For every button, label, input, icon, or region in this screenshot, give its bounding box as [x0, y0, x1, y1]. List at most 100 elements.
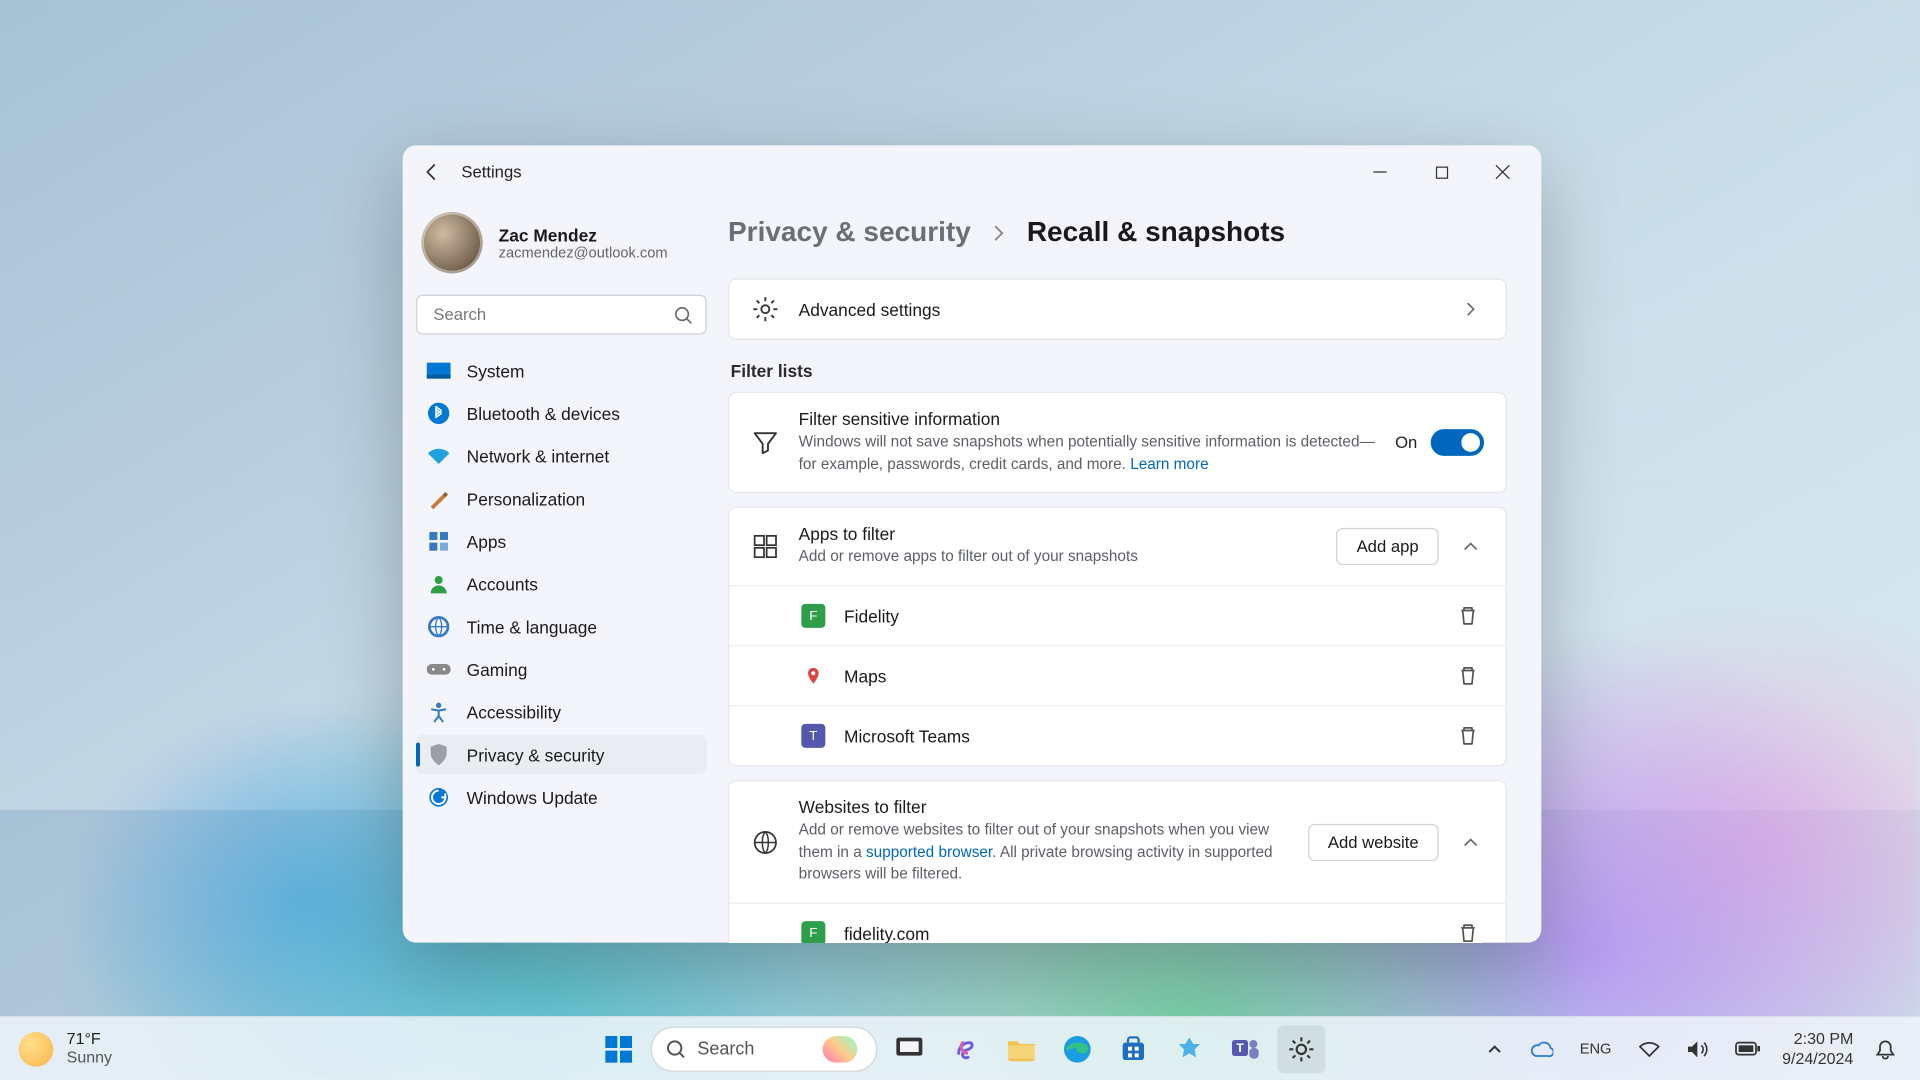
tray-overflow-button[interactable] — [1481, 1035, 1508, 1062]
back-button[interactable] — [411, 151, 454, 194]
sidebar-item-label: Accessibility — [467, 702, 561, 722]
chevron-up-icon[interactable] — [1457, 829, 1484, 856]
advanced-settings-row[interactable]: Advanced settings — [728, 279, 1507, 340]
bluetooth-icon — [427, 401, 451, 425]
explorer-button[interactable] — [997, 1025, 1045, 1073]
row-title: Apps to filter — [799, 524, 1318, 544]
globe-icon — [751, 829, 780, 856]
maximize-button[interactable] — [1411, 151, 1472, 194]
sidebar-item-accounts[interactable]: Accounts — [416, 564, 707, 604]
learn-more-link[interactable]: Learn more — [1130, 457, 1208, 473]
shield-icon — [427, 743, 451, 767]
site-name: fidelity.com — [844, 923, 1433, 942]
notifications-tray-icon[interactable] — [1869, 1033, 1901, 1065]
edge-button[interactable] — [1053, 1025, 1101, 1073]
row-subtitle: Windows will not save snapshots when pot… — [799, 432, 1377, 476]
wifi-tray-icon[interactable] — [1633, 1035, 1665, 1062]
sidebar-item-label: Gaming — [467, 659, 528, 679]
taskbar-center: Search T — [595, 1025, 1326, 1073]
taskbar-weather[interactable]: 71°F Sunny — [0, 1031, 112, 1066]
chevron-right-icon — [989, 224, 1008, 243]
sidebar-item-bluetooth[interactable]: Bluetooth & devices — [416, 393, 707, 433]
taskbar: 71°F Sunny Search T ENG 2:30 PM 9/24/202… — [0, 1016, 1920, 1080]
sidebar-item-gaming[interactable]: Gaming — [416, 649, 707, 689]
apps-icon — [427, 529, 451, 553]
sidebar-item-apps[interactable]: Apps — [416, 521, 707, 561]
volume-tray-icon[interactable] — [1681, 1034, 1713, 1063]
teams-button[interactable]: T — [1221, 1025, 1269, 1073]
search-icon — [665, 1038, 686, 1059]
profile-block[interactable]: Zac Mendez zacmendez@outlook.com — [416, 204, 707, 292]
close-button[interactable] — [1472, 151, 1533, 194]
accessibility-icon — [427, 700, 451, 724]
sidebar-item-network[interactable]: Network & internet — [416, 436, 707, 476]
taskbar-search-placeholder: Search — [697, 1039, 812, 1059]
sidebar-item-privacy-security[interactable]: Privacy & security — [416, 735, 707, 775]
clock-date: 9/24/2024 — [1782, 1049, 1853, 1068]
app-icon-fidelity: F — [801, 604, 825, 628]
battery-tray-icon[interactable] — [1729, 1036, 1766, 1061]
add-app-button[interactable]: Add app — [1337, 528, 1439, 565]
sidebar-item-personalization[interactable]: Personalization — [416, 479, 707, 519]
supported-browser-link[interactable]: supported browser — [866, 845, 992, 861]
svg-text:T: T — [1236, 1040, 1244, 1054]
delete-button[interactable] — [1452, 600, 1484, 632]
clock-time: 2:30 PM — [1782, 1029, 1853, 1048]
pinned-app-button[interactable] — [1165, 1025, 1213, 1073]
task-view-button[interactable] — [885, 1025, 933, 1073]
settings-window: Settings Zac Mendez zacmendez@outlook.co… — [403, 145, 1542, 942]
sidebar-item-accessibility[interactable]: Accessibility — [416, 692, 707, 732]
onedrive-tray-icon[interactable] — [1524, 1035, 1559, 1062]
chevron-up-icon[interactable] — [1457, 534, 1484, 561]
sidebar-item-label: Time & language — [467, 617, 597, 637]
add-website-button[interactable]: Add website — [1308, 823, 1439, 860]
profile-name: Zac Mendez — [499, 225, 668, 245]
breadcrumb: Privacy & security Recall & snapshots — [728, 217, 1507, 249]
profile-email: zacmendez@outlook.com — [499, 245, 668, 261]
row-title: Advanced settings — [799, 299, 1439, 319]
search-input[interactable] — [416, 295, 707, 335]
settings-taskbar-button[interactable] — [1277, 1025, 1325, 1073]
gaming-icon — [427, 657, 451, 681]
section-header: Filter lists — [731, 361, 1507, 381]
sidebar-item-label: Apps — [467, 531, 507, 551]
list-item: F fidelity.com — [729, 903, 1505, 943]
sidebar-item-windows-update[interactable]: Windows Update — [416, 777, 707, 817]
search-highlight-icon — [823, 1035, 858, 1062]
weather-icon — [19, 1031, 54, 1066]
start-button[interactable] — [595, 1025, 643, 1073]
copilot-button[interactable] — [941, 1025, 989, 1073]
filter-sensitive-card: Filter sensitive information Windows wil… — [728, 392, 1507, 494]
taskbar-clock[interactable]: 2:30 PM 9/24/2024 — [1782, 1029, 1853, 1067]
store-button[interactable] — [1109, 1025, 1157, 1073]
list-item: F Fidelity — [729, 585, 1505, 645]
app-icon-teams: T — [801, 724, 825, 748]
windows-update-icon — [427, 785, 451, 809]
sidebar-item-label: Network & internet — [467, 446, 610, 466]
filter-sensitive-toggle[interactable] — [1431, 430, 1484, 457]
arrow-left-icon — [423, 163, 442, 182]
window-title: Settings — [461, 163, 521, 182]
row-subtitle: Add or remove apps to filter out of your… — [799, 547, 1318, 569]
chevron-right-icon — [1457, 296, 1484, 323]
delete-button[interactable] — [1452, 720, 1484, 752]
list-item: Maps — [729, 645, 1505, 705]
taskbar-search[interactable]: Search — [651, 1026, 878, 1071]
sidebar-item-system[interactable]: System — [416, 351, 707, 391]
delete-button[interactable] — [1452, 660, 1484, 692]
language-tray-icon[interactable]: ENG — [1574, 1035, 1616, 1062]
personalization-icon — [427, 487, 451, 511]
breadcrumb-parent[interactable]: Privacy & security — [728, 217, 971, 249]
search-icon — [673, 305, 693, 325]
sidebar-item-label: Privacy & security — [467, 745, 605, 765]
filter-icon — [751, 430, 780, 457]
sidebar-item-label: Bluetooth & devices — [467, 403, 620, 423]
sidebar-item-time-language[interactable]: Time & language — [416, 607, 707, 647]
time-language-icon — [427, 615, 451, 639]
minimize-button[interactable] — [1349, 151, 1410, 194]
delete-button[interactable] — [1452, 917, 1484, 942]
sidebar-item-label: Personalization — [467, 489, 586, 509]
content-area: Privacy & security Recall & snapshots Ad… — [720, 199, 1541, 943]
network-icon — [427, 444, 451, 468]
app-name: Fidelity — [844, 606, 1433, 626]
